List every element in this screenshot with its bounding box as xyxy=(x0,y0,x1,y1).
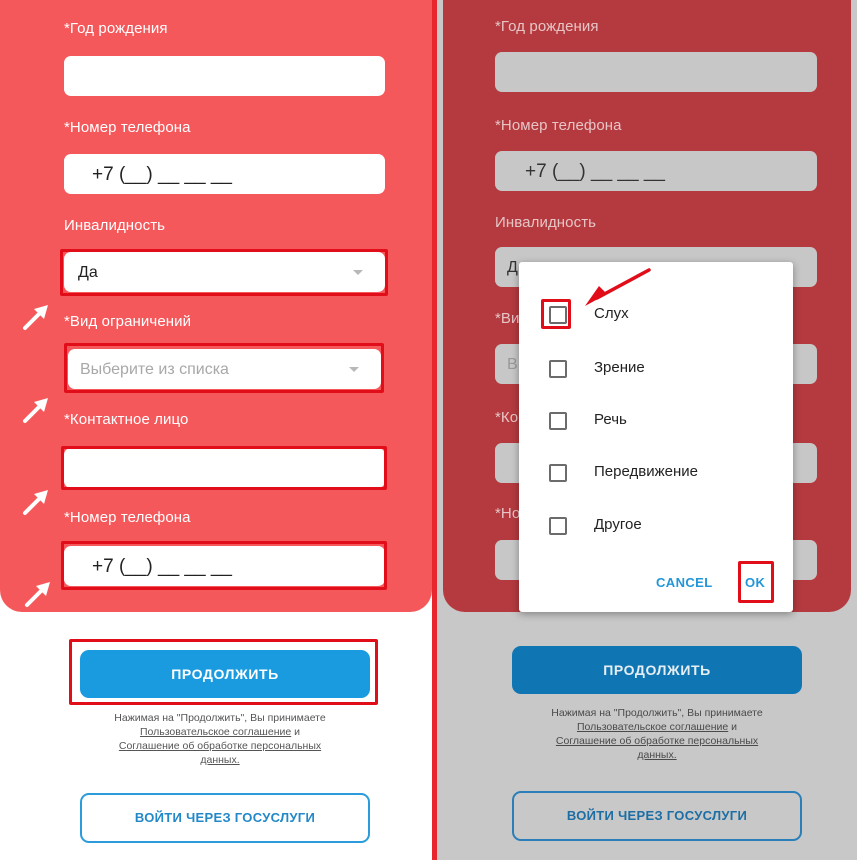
birth-year-label: *Год рождения xyxy=(495,18,599,35)
terms-prefix: Нажимая на "Продолжить", Вы принимаете xyxy=(114,712,326,724)
privacy-agreement-link[interactable]: Соглашение об обработке персональных xyxy=(119,740,321,752)
limitation-type-label: *Вид ограничений xyxy=(64,313,192,330)
annotation-arrow-icon xyxy=(23,305,48,330)
privacy-agreement-link-end: данных. xyxy=(637,749,677,761)
cancel-button[interactable]: CANCEL xyxy=(656,575,713,590)
terms-text: Нажимая на "Продолжить", Вы принимаете П… xyxy=(497,706,817,762)
disability-label: Инвалидность xyxy=(495,214,597,231)
checkbox-icon[interactable] xyxy=(549,464,567,482)
terms-and: и xyxy=(294,726,301,738)
limitation-type-label: *Ви xyxy=(495,310,520,327)
contact-phone-label: *Номер телефона xyxy=(64,509,191,526)
highlight-limitation-type xyxy=(64,343,384,393)
gosuslugi-login-button[interactable]: ВОЙТИ ЧЕРЕЗ ГОСУСЛУГИ xyxy=(80,793,370,843)
phone-label: *Номер телефона xyxy=(64,119,191,136)
user-agreement-link: Пользовательское соглашение xyxy=(576,721,729,733)
checkbox-icon[interactable] xyxy=(549,360,567,378)
option-speech[interactable]: Речь xyxy=(519,400,793,440)
limitation-type-dialog: Слух Зрение Речь Передвижение Другое CAN… xyxy=(519,262,793,612)
option-mobility[interactable]: Передвижение xyxy=(519,452,793,492)
highlight-hearing-checkbox xyxy=(541,299,571,329)
phone-value: +7 (__) __ __ __ xyxy=(92,164,232,185)
annotation-arrow-icon xyxy=(23,490,48,515)
terms-text: Нажимая на "Продолжить", Вы принимаете П… xyxy=(60,711,380,767)
annotation-arrow-icon xyxy=(23,398,48,423)
phone-input[interactable]: +7 (__) __ __ __ xyxy=(64,154,385,194)
gosuslugi-login-button: ВОЙТИ ЧЕРЕЗ ГОСУСЛУГИ xyxy=(512,791,802,841)
annotation-arrow-icon xyxy=(585,268,651,306)
disability-value: Д xyxy=(507,259,518,276)
phone-input: +7 (__) __ __ __ xyxy=(495,151,817,191)
option-label: Зрение xyxy=(594,359,645,376)
contact-phone-label: *Но xyxy=(495,505,521,522)
privacy-agreement-link: Соглашение об обработке персональных xyxy=(555,735,759,747)
limitation-type-placeholder: В xyxy=(507,356,518,373)
birth-year-label: *Год рождения xyxy=(64,20,168,37)
highlight-continue xyxy=(69,639,378,705)
highlight-ok-button xyxy=(738,561,774,603)
left-screen: *Год рождения *Номер телефона +7 (__) __… xyxy=(0,0,432,860)
contact-person-label: *Ко xyxy=(495,409,519,426)
birth-year-input xyxy=(495,52,817,92)
checkbox-icon[interactable] xyxy=(549,517,567,535)
option-other[interactable]: Другое xyxy=(519,505,793,545)
user-agreement-link[interactable]: Пользовательское соглашение xyxy=(140,726,291,738)
option-label: Другое xyxy=(594,516,642,533)
highlight-contact-phone xyxy=(61,541,387,590)
option-label: Передвижение xyxy=(594,463,698,480)
birth-year-input[interactable] xyxy=(64,56,385,96)
privacy-agreement-link-end[interactable]: данных. xyxy=(200,754,239,766)
checkbox-icon[interactable] xyxy=(549,412,567,430)
highlight-disability xyxy=(60,249,388,296)
phone-label: *Номер телефона xyxy=(495,117,622,134)
continue-button: ПРОДОЛЖИТЬ xyxy=(512,646,802,694)
annotation-arrow-icon xyxy=(25,582,50,607)
right-screen: *Год рождения *Номер телефона +7 (__) __… xyxy=(437,0,857,860)
phone-value: +7 (__) __ __ __ xyxy=(525,161,665,182)
disability-label: Инвалидность xyxy=(64,217,166,234)
option-label: Речь xyxy=(594,411,627,428)
terms-prefix: Нажимая на "Продолжить", Вы принимаете xyxy=(551,707,763,719)
highlight-contact-person xyxy=(61,446,387,490)
contact-person-label: *Контактное лицо xyxy=(64,411,189,428)
terms-and: и xyxy=(731,721,738,733)
option-vision[interactable]: Зрение xyxy=(519,348,793,388)
